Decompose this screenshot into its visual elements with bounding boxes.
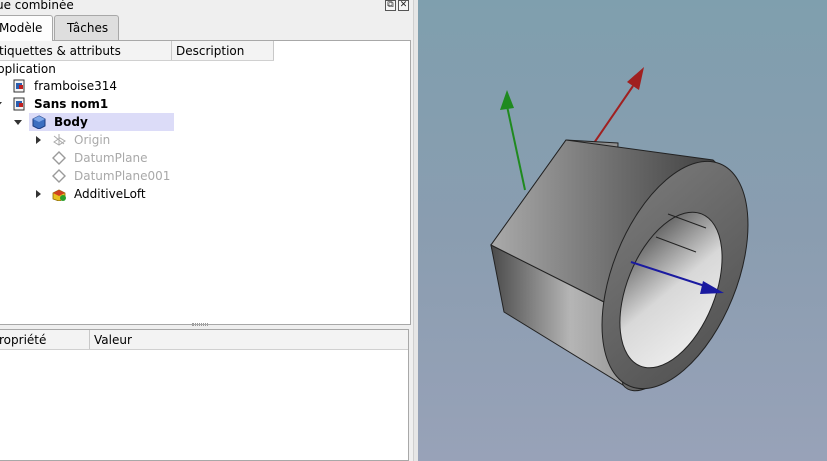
float-window-icon[interactable]: ⧉ (385, 0, 396, 11)
splitter-handle[interactable] (192, 323, 208, 326)
tree-header: tiquettes & attributs Description (0, 41, 274, 61)
datum-plane-icon (52, 169, 66, 183)
tree-item-origin[interactable]: Origin (0, 131, 409, 149)
collapse-arrow-icon[interactable] (0, 102, 2, 107)
tree-item-label: pplication (0, 62, 56, 76)
tree-item-application[interactable]: pplication (0, 60, 409, 78)
close-icon[interactable]: ✕ (398, 0, 409, 11)
column-header-labels[interactable]: tiquettes & attributs (0, 41, 172, 60)
additive-loft-icon (52, 189, 66, 201)
column-header-value[interactable]: Valeur (90, 330, 408, 349)
tree-item-label: DatumPlane (74, 151, 148, 165)
tab-model[interactable]: Modèle (0, 15, 53, 41)
axis-z-arrow (593, 67, 644, 144)
combo-view-title: ue combinée (0, 0, 74, 12)
tree-item-label: Sans nom1 (34, 97, 109, 111)
axis-y-arrow (500, 90, 526, 191)
tree-item-label: framboise314 (34, 79, 118, 93)
expand-arrow-icon[interactable] (36, 136, 41, 144)
tree-item-body[interactable]: Body (0, 113, 409, 131)
column-header-description[interactable]: Description (172, 41, 274, 60)
document-icon (13, 97, 25, 111)
collapse-arrow-icon[interactable] (14, 120, 22, 125)
document-icon (13, 79, 25, 93)
origin-icon (53, 134, 66, 146)
property-view[interactable]: ropriété Valeur (0, 329, 409, 461)
body-icon (32, 115, 46, 129)
tree-view[interactable]: tiquettes & attributs Description pplica… (0, 40, 411, 325)
tree-item-label: AdditiveLoft (74, 187, 146, 201)
combo-view-panel: ue combinée ⧉ ✕ Modèle Tâches tiquettes … (0, 0, 418, 461)
property-header: ropriété Valeur (0, 330, 408, 350)
column-header-property[interactable]: ropriété (0, 330, 90, 349)
tab-tasks[interactable]: Tâches (54, 15, 119, 40)
tab-bar: Modèle Tâches (0, 15, 418, 41)
expand-arrow-icon[interactable] (36, 190, 41, 198)
tree-item-label: DatumPlane001 (74, 169, 171, 183)
tree-item-additiveloft[interactable]: AdditiveLoft (0, 185, 409, 203)
tree-item-label: Body (54, 115, 88, 129)
3d-scene[interactable] (418, 0, 827, 461)
3d-viewport[interactable] (418, 0, 827, 461)
tree-item-framboise314[interactable]: framboise314 (0, 77, 409, 95)
tree-item-datumplane[interactable]: DatumPlane (0, 149, 409, 167)
tree-item-label: Origin (74, 133, 111, 147)
tree-item-datumplane001[interactable]: DatumPlane001 (0, 167, 409, 185)
datum-plane-icon (52, 151, 66, 165)
tree-item-sans-nom1[interactable]: Sans nom1 (0, 95, 409, 113)
